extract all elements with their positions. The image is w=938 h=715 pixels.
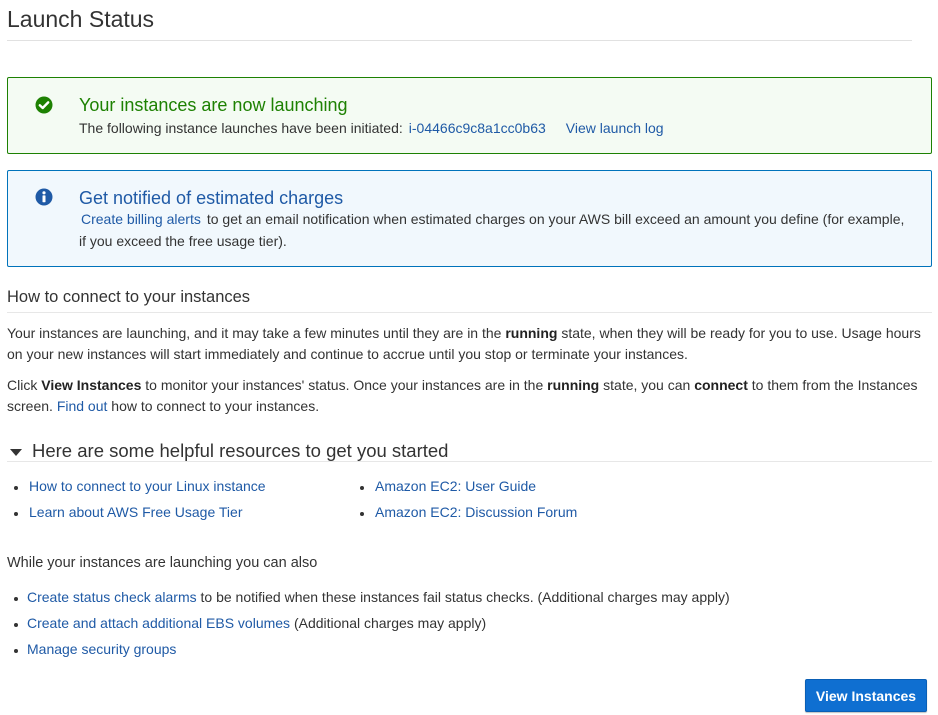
para2-text-h: screen.: [7, 398, 53, 414]
para2-connect: connect: [694, 377, 748, 393]
resources-list-right: Amazon EC2: User Guide Amazon EC2: Discu…: [357, 478, 577, 530]
user-guide-link[interactable]: Amazon EC2: User Guide: [375, 478, 536, 494]
also-item1-text: to be notified when these instances fail…: [200, 589, 730, 605]
linux-connect-link[interactable]: How to connect to your Linux instance: [29, 478, 266, 494]
find-out-link[interactable]: Find out: [57, 398, 108, 414]
para2-text-e: state, you can: [603, 377, 691, 393]
para2-text-i: how to connect to your instances.: [111, 398, 320, 414]
success-text: The following instance launches have bee…: [79, 120, 403, 136]
list-item: Manage security groups: [11, 641, 730, 667]
list-item: Amazon EC2: Discussion Forum: [357, 504, 577, 530]
list-item: Amazon EC2: User Guide: [357, 478, 577, 504]
view-launch-log-link[interactable]: View launch log: [566, 120, 664, 136]
resources-divider: [7, 461, 932, 462]
para1-text-c: state, when they will be ready for you t…: [561, 325, 921, 341]
connect-section-title: How to connect to your instances: [7, 288, 251, 306]
instance-id-link[interactable]: i-04466c9c8a1cc0b63: [409, 120, 546, 136]
para1-text-a: Your instances are launching, and it may…: [7, 325, 502, 341]
connect-paragraph-2: Click View Instances to monitor your ins…: [7, 375, 932, 417]
page-title: Launch Status: [7, 6, 155, 32]
billing-info-alert: Get notified of estimated charges Create…: [7, 170, 932, 267]
resources-title: Here are some helpful resources to get y…: [32, 440, 449, 461]
para1-running: running: [505, 325, 558, 341]
view-instances-button[interactable]: View Instances: [805, 679, 927, 712]
connect-paragraph-1: Your instances are launching, and it may…: [7, 323, 932, 365]
caret-down-icon: [10, 448, 22, 456]
para2-text-a: Click: [7, 377, 38, 393]
status-check-alarms-link[interactable]: Create status check alarms: [27, 589, 197, 605]
info-message-line2: if you exceed the free usage tier).: [79, 233, 287, 249]
para2-text-g: to them from the Instances: [751, 377, 918, 393]
info-message-line1: Create billing alerts to get an email not…: [81, 211, 904, 227]
connect-divider: [7, 312, 932, 313]
para2-text-c: to monitor your instances' status. Once …: [145, 377, 544, 393]
list-item: Learn about AWS Free Usage Tier: [11, 504, 266, 530]
list-item: Create and attach additional EBS volumes…: [11, 615, 730, 641]
success-heading: Your instances are now launching: [79, 95, 348, 115]
resources-list-left: How to connect to your Linux instance Le…: [11, 478, 266, 530]
list-item: Create status check alarms to be notifie…: [11, 589, 730, 615]
list-item: How to connect to your Linux instance: [11, 478, 266, 504]
info-circle-icon: [35, 188, 53, 206]
para2-running: running: [547, 377, 600, 393]
ebs-volumes-link[interactable]: Create and attach additional EBS volumes: [27, 615, 290, 631]
info-text-1: to get an email notification when estima…: [206, 211, 905, 227]
create-billing-alerts-link[interactable]: Create billing alerts: [81, 211, 201, 227]
success-message: The following instance launches have bee…: [79, 120, 664, 136]
also-list: Create status check alarms to be notifie…: [11, 589, 730, 667]
discussion-forum-link[interactable]: Amazon EC2: Discussion Forum: [375, 504, 577, 520]
info-heading: Get notified of estimated charges: [79, 188, 344, 208]
security-groups-link[interactable]: Manage security groups: [27, 641, 176, 657]
also-section-title: While your instances are launching you c…: [7, 555, 318, 571]
para2-view-instances: View Instances: [41, 377, 142, 393]
resources-toggle[interactable]: Here are some helpful resources to get y…: [10, 440, 448, 462]
check-circle-icon: [35, 96, 53, 114]
also-item2-text: (Additional charges may apply): [293, 615, 487, 631]
free-tier-link[interactable]: Learn about AWS Free Usage Tier: [29, 504, 242, 520]
launch-success-alert: Your instances are now launching The fol…: [7, 77, 932, 154]
para1-text-d: on your new instances will start immedia…: [7, 346, 688, 362]
title-divider: [7, 40, 912, 41]
